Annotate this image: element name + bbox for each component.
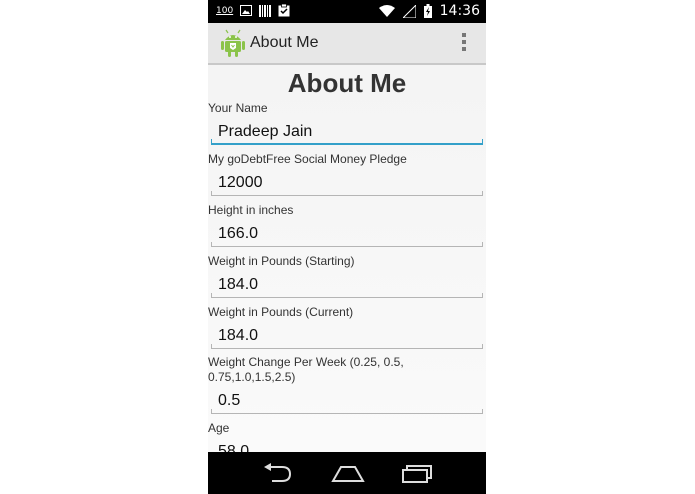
weight-current-input[interactable]: 184.0 bbox=[211, 325, 483, 349]
field-pledge: My goDebtFree Social Money Pledge 12000 bbox=[208, 152, 486, 196]
field-height: Height in inches 166.0 bbox=[208, 203, 486, 247]
back-icon[interactable] bbox=[262, 462, 294, 484]
field-label: Your Name bbox=[208, 101, 268, 115]
navigation-bar bbox=[208, 452, 486, 494]
field-label: Age bbox=[208, 421, 230, 435]
action-bar: About Me bbox=[208, 23, 486, 65]
barcode-icon bbox=[259, 4, 272, 17]
field-label: Height in inches bbox=[208, 203, 294, 217]
weight-change-input[interactable]: 0.5 bbox=[211, 390, 483, 414]
battery-charging-icon bbox=[423, 4, 432, 18]
field-weight-starting: Weight in Pounds (Starting) 184.0 bbox=[208, 254, 486, 298]
clipboard-check-icon bbox=[278, 4, 290, 17]
status-bar: 100 14:36 bbox=[208, 0, 486, 23]
name-input[interactable]: Pradeep Jain bbox=[211, 121, 483, 145]
field-label: Weight Change Per Week (0.25, 0.5, 0.75,… bbox=[208, 355, 404, 384]
image-icon bbox=[240, 5, 253, 16]
height-input[interactable]: 166.0 bbox=[211, 223, 483, 247]
field-weight-current: Weight in Pounds (Current) 184.0 bbox=[208, 305, 486, 349]
phone-screen: 100 14:36 About Me About Me Your Name Pr… bbox=[208, 0, 486, 494]
android-app-icon[interactable] bbox=[221, 29, 245, 57]
field-weight-change: Weight Change Per Week (0.25, 0.5, 0.75,… bbox=[208, 355, 486, 414]
wifi-icon bbox=[378, 5, 395, 17]
about-me-form: About Me Your Name Pradeep Jain My goDeb… bbox=[208, 65, 486, 465]
recent-apps-icon[interactable] bbox=[401, 462, 433, 484]
weight-starting-input[interactable]: 184.0 bbox=[211, 274, 483, 298]
field-label: Weight in Pounds (Current) bbox=[208, 305, 354, 319]
overflow-menu-icon[interactable] bbox=[462, 33, 466, 54]
notification-100-icon: 100 bbox=[216, 5, 234, 16]
action-bar-title: About Me bbox=[250, 34, 319, 51]
field-your-name: Your Name Pradeep Jain bbox=[208, 101, 486, 145]
page-title: About Me bbox=[287, 68, 407, 98]
status-clock: 14:36 bbox=[439, 3, 480, 19]
home-icon[interactable] bbox=[331, 462, 365, 484]
signal-icon bbox=[402, 4, 416, 18]
field-label: Weight in Pounds (Starting) bbox=[208, 254, 355, 268]
field-label: My goDebtFree Social Money Pledge bbox=[208, 152, 407, 166]
pledge-input[interactable]: 12000 bbox=[211, 172, 483, 196]
